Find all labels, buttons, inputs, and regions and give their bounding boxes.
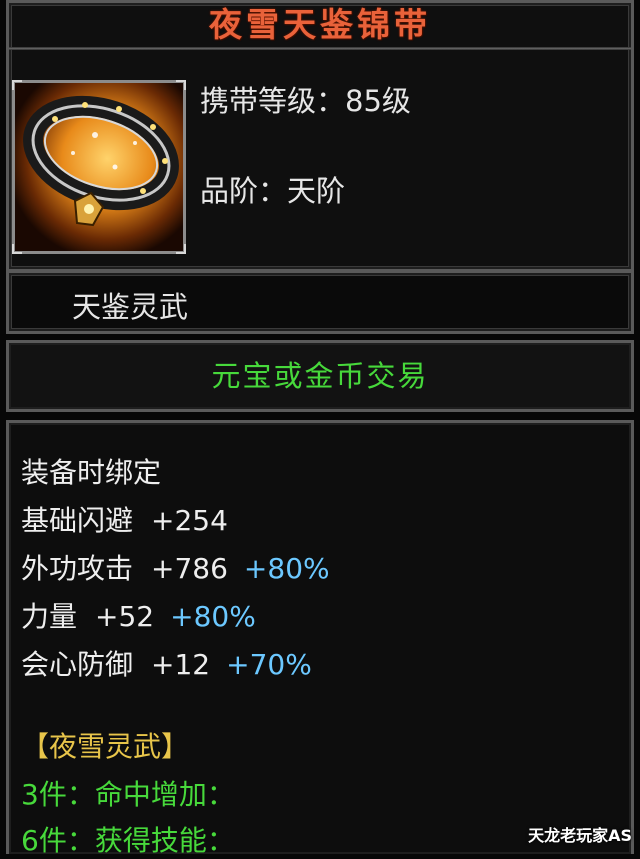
stat-name: 外功攻击 (21, 552, 134, 585)
watermark: 天龙老玩家AS (528, 826, 632, 845)
carry-level: 携带等级：85级 (200, 84, 411, 118)
stat-name: 基础闪避 (21, 504, 134, 537)
stat-name: 力量 (21, 600, 78, 633)
belt-icon (15, 83, 183, 251)
stats-panel: 装备时绑定 基础闪避 +254 外功攻击 +786 +80% 力量 +52 +80% 会心… (6, 420, 634, 857)
item-grade: 品阶：天阶 (200, 174, 346, 208)
stat-value: +786 (151, 552, 228, 585)
bind-status: 装备时绑定 (21, 456, 162, 489)
stat-percent: +70% (226, 648, 312, 681)
stat-percent: +80% (243, 552, 330, 585)
item-title: 夜雪天鉴锦带 (209, 5, 431, 44)
stat-percent: +80% (170, 600, 256, 633)
trade-type: 元宝或金币交易 (6, 340, 634, 412)
set-bonus-3: 3件：命中增加： (21, 778, 235, 811)
stat-value: +254 (151, 504, 228, 537)
set-title: 【夜雪灵武】 (21, 730, 190, 763)
stat-row: 基础闪避 +254 (21, 499, 228, 539)
stat-value: +52 (95, 600, 155, 633)
stat-row: 会心防御 +12 +70% (21, 643, 312, 683)
set-series-name: 天鉴灵武 (72, 290, 189, 324)
stat-name: 会心防御 (21, 648, 134, 681)
item-icon-frame (12, 80, 186, 254)
stat-row: 力量 +52 +80% (21, 595, 256, 635)
stat-value: +12 (151, 648, 211, 681)
divider (9, 47, 631, 50)
stat-row: 外功攻击 +786 +80% (21, 547, 330, 587)
set-bonus-6: 6件：获得技能： (21, 824, 235, 857)
